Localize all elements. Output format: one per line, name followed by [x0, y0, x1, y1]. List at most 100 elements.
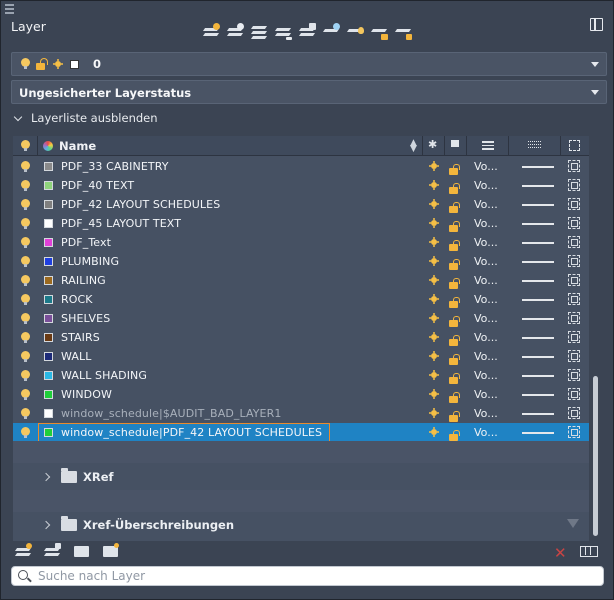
thaw-sun-icon[interactable]: [428, 236, 440, 248]
layer-name[interactable]: window_schedule|$AUDIT_BAD_LAYER1: [61, 407, 281, 420]
folder-icon[interactable]: [73, 543, 90, 558]
delete-filter-icon[interactable]: ✕: [554, 544, 567, 562]
lineweight-line[interactable]: [522, 185, 554, 187]
on-bulb-icon[interactable]: [21, 237, 30, 249]
on-bulb-icon[interactable]: [21, 389, 30, 401]
layer-row[interactable]: PDF_33 CABINETRY Vo...: [13, 157, 589, 176]
layer-row[interactable]: WALL Vo...: [13, 347, 589, 366]
lineweight-line[interactable]: [522, 261, 554, 263]
linetype-value[interactable]: Vo...: [474, 350, 498, 363]
thaw-sun-icon[interactable]: [428, 293, 440, 305]
layer-row[interactable]: ROCK Vo...: [13, 290, 589, 309]
new-layer-icon[interactable]: [202, 23, 220, 40]
lineweight-line[interactable]: [522, 356, 554, 358]
plot-icon[interactable]: [568, 160, 580, 172]
lineweight-line[interactable]: [522, 394, 554, 396]
linetype-value[interactable]: Vo...: [474, 217, 498, 230]
on-bulb-icon[interactable]: [21, 294, 30, 306]
layer-name[interactable]: RAILING: [61, 274, 106, 287]
lineweight-line[interactable]: [522, 413, 554, 415]
linetype-value[interactable]: Vo...: [474, 293, 498, 306]
linetype-value[interactable]: Vo...: [474, 255, 498, 268]
layer-row[interactable]: window_schedule|$AUDIT_BAD_LAYER1 Vo...: [13, 404, 589, 423]
header-linetype-col[interactable]: [467, 136, 509, 156]
lineweight-line[interactable]: [522, 242, 554, 244]
thaw-sun-icon[interactable]: [428, 331, 440, 343]
plot-icon[interactable]: [568, 217, 580, 229]
folder-settings-icon[interactable]: [102, 543, 119, 558]
current-layer-dropdown[interactable]: 0: [11, 52, 607, 76]
plot-icon[interactable]: [568, 407, 580, 419]
unlock-icon[interactable]: [449, 278, 458, 289]
thaw-sun-icon[interactable]: [428, 407, 440, 419]
lineweight-line[interactable]: [522, 204, 554, 206]
isolate-icon[interactable]: [346, 23, 364, 40]
thaw-sun-icon[interactable]: [428, 350, 440, 362]
linetype-value[interactable]: Vo...: [474, 179, 498, 192]
header-plot-col[interactable]: [561, 136, 589, 156]
layer-row[interactable]: PDF_42 LAYOUT SCHEDULES Vo...: [13, 195, 589, 214]
linetype-value[interactable]: Vo...: [474, 236, 498, 249]
thaw-sun-icon[interactable]: [428, 198, 440, 210]
on-bulb-icon[interactable]: [21, 370, 30, 382]
layer-name[interactable]: ROCK: [61, 293, 93, 306]
layer-row[interactable]: PLUMBING Vo...: [13, 252, 589, 271]
plot-icon[interactable]: [568, 198, 580, 210]
layer-name[interactable]: STAIRS: [61, 331, 100, 344]
dock-pin-icon[interactable]: [590, 18, 603, 31]
linetype-value[interactable]: Vo...: [474, 388, 498, 401]
layer-color-swatch[interactable]: [44, 238, 53, 247]
thaw-sun-icon[interactable]: [428, 369, 440, 381]
layer-name[interactable]: PDF_40 TEXT: [61, 179, 134, 192]
filter-icon[interactable]: [567, 519, 579, 528]
linetype-value[interactable]: Vo...: [474, 198, 498, 211]
plot-icon[interactable]: [568, 236, 580, 248]
header-freeze-col[interactable]: ✱: [423, 136, 445, 156]
layer-color-swatch[interactable]: [44, 295, 53, 304]
plot-icon[interactable]: [568, 293, 580, 305]
unlock-icon[interactable]: [449, 221, 458, 232]
search-box[interactable]: [11, 566, 604, 586]
plot-icon[interactable]: [568, 331, 580, 343]
layer-row[interactable]: PDF_45 LAYOUT TEXT Vo...: [13, 214, 589, 233]
layer-name[interactable]: PDF_33 CABINETRY: [61, 160, 169, 173]
thaw-sun-icon[interactable]: [428, 160, 440, 172]
on-bulb-icon[interactable]: [21, 199, 30, 211]
layer-color-swatch[interactable]: [44, 276, 53, 285]
set-current-icon[interactable]: [274, 23, 292, 40]
thaw-sun-icon[interactable]: [428, 426, 440, 438]
unlock-icon[interactable]: [449, 316, 458, 327]
layer-name[interactable]: WALL: [61, 350, 91, 363]
header-on-col[interactable]: [13, 136, 38, 156]
layer-color-swatch[interactable]: [44, 333, 53, 342]
layer-row[interactable]: WALL SHADING Vo...: [13, 366, 589, 385]
unlock-icon[interactable]: [449, 164, 458, 175]
drag-grip-icon[interactable]: [5, 4, 15, 14]
thaw-sun-icon[interactable]: [428, 388, 440, 400]
lineweight-line[interactable]: [522, 337, 554, 339]
linetype-value[interactable]: Vo...: [474, 312, 498, 325]
unlock-icon[interactable]: [449, 392, 458, 403]
on-bulb-icon[interactable]: [21, 427, 30, 439]
lineweight-line[interactable]: [522, 223, 554, 225]
layer-color-swatch[interactable]: [44, 409, 53, 418]
lock-icon[interactable]: [370, 23, 388, 40]
on-bulb-icon[interactable]: [21, 275, 30, 287]
lineweight-line[interactable]: [522, 166, 554, 168]
unlock-icon[interactable]: [449, 240, 458, 251]
unlock-icon[interactable]: [449, 373, 458, 384]
unlock-icon[interactable]: [394, 23, 412, 40]
layer-color-swatch[interactable]: [44, 219, 53, 228]
header-linestyle-col[interactable]: [509, 136, 561, 156]
layer-row[interactable]: SHELVES Vo...: [13, 309, 589, 328]
linetype-value[interactable]: Vo...: [474, 369, 498, 382]
hide-layer-list-toggle[interactable]: Layerliste ausblenden: [13, 111, 158, 125]
unlock-icon[interactable]: [449, 335, 458, 346]
layer-row[interactable]: WINDOW Vo...: [13, 385, 589, 404]
on-bulb-icon[interactable]: [21, 351, 30, 363]
layer-name[interactable]: PDF_42 LAYOUT SCHEDULES: [61, 198, 220, 211]
plot-icon[interactable]: [568, 426, 580, 438]
lineweight-line[interactable]: [522, 318, 554, 320]
layer-row[interactable]: PDF_Text Vo...: [13, 233, 589, 252]
header-lock-col[interactable]: [445, 136, 467, 156]
